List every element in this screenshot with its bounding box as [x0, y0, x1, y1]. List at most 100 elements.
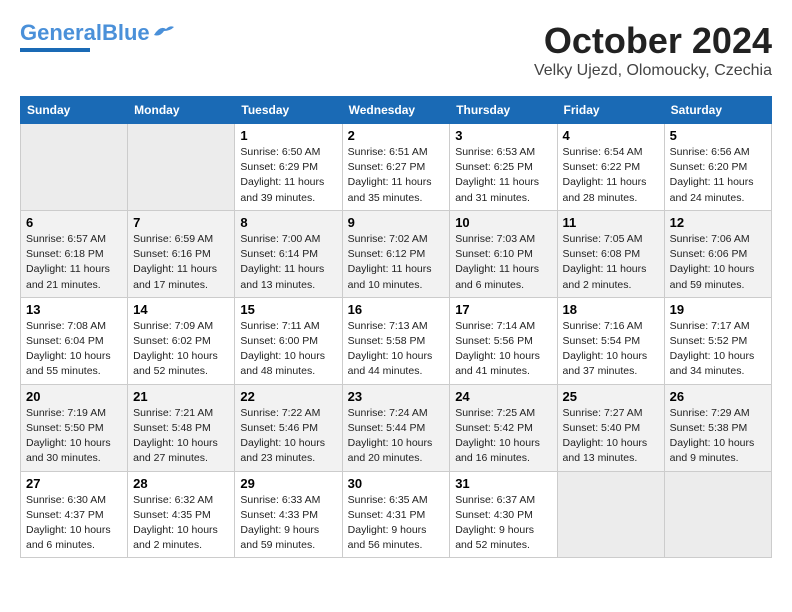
sunrise-label: Sunrise: 6:57 AM	[26, 233, 106, 245]
calendar-cell: 15 Sunrise: 7:11 AMSunset: 6:00 PMDayligh…	[235, 297, 342, 384]
sunrise-label: Sunrise: 7:21 AM	[133, 407, 213, 419]
sunrise-label: Sunrise: 6:54 AM	[563, 146, 643, 158]
daylight-label: Daylight: 9 hours and 52 minutes.	[455, 524, 534, 551]
sunrise-label: Sunrise: 7:27 AM	[563, 407, 643, 419]
day-info: Sunrise: 6:57 AM Sunset: 6:18 PM Daylight:…	[26, 232, 122, 293]
sunset-label: Sunset: 4:30 PM	[455, 509, 533, 521]
sunset-label: Sunset: 4:37 PM	[26, 509, 104, 521]
calendar-cell	[557, 471, 664, 558]
header-day-tuesday: Tuesday	[235, 97, 342, 124]
calendar-cell: 18Sunrise: 7:16 AMSunset: 5:54 PMDayligh…	[557, 297, 664, 384]
calendar-table: SundayMondayTuesdayWednesdayThursdayFrid…	[20, 96, 772, 558]
daylight-label: Daylight: 11 hours and 6 minutes.	[455, 263, 539, 290]
sunset-label: Sunset: 5:42 PM	[455, 422, 533, 434]
day-info: Sunrise: 6:35 AMSunset: 4:31 PMDaylight:…	[348, 493, 445, 554]
daylight-label: Daylight: 10 hours and 41 minutes.	[455, 350, 540, 377]
calendar-cell: 28Sunrise: 6:32 AMSunset: 4:35 PMDayligh…	[128, 471, 235, 558]
day-number: 17	[455, 302, 551, 317]
calendar-week-row: 13Sunrise: 7:08 AMSunset: 6:04 PMDayligh…	[21, 297, 772, 384]
day-number: 31	[455, 476, 551, 491]
daylight-label: Daylight: 11 hours and 24 minutes.	[670, 176, 754, 203]
day-info: Sunrise: 7:13 AMSunset: 5:58 PMDaylight:…	[348, 319, 445, 380]
sunset-label: Sunset: 6:14 PM	[240, 248, 318, 260]
sunset-label: Sunset: 6:00 PM	[240, 335, 318, 347]
daylight-label: Daylight: 11 hours and 28 minutes.	[563, 176, 647, 203]
calendar-cell: 26Sunrise: 7:29 AMSunset: 5:38 PMDayligh…	[664, 384, 771, 471]
day-info: Sunrise: 6:56 AMSunset: 6:20 PMDaylight:…	[670, 145, 766, 206]
calendar-cell: 11Sunrise: 7:05 AMSunset: 6:08 PMDayligh…	[557, 210, 664, 297]
day-info: Sunrise: 6:33 AMSunset: 4:33 PMDaylight:…	[240, 493, 336, 554]
day-number: 2	[348, 128, 445, 143]
sunset-label: Sunset: 6:18 PM	[26, 248, 104, 260]
daylight-label: Daylight: 11 hours and 39 minutes.	[240, 176, 324, 203]
header-day-wednesday: Wednesday	[342, 97, 450, 124]
day-number: 30	[348, 476, 445, 491]
daylight-label: Daylight: 10 hours and 27 minutes.	[133, 437, 218, 464]
day-number: 20	[26, 389, 122, 404]
day-number: 13	[26, 302, 122, 317]
sunrise-label: Sunrise: 7:06 AM	[670, 233, 750, 245]
daylight-label: Daylight: 10 hours and 23 minutes.	[240, 437, 325, 464]
day-info: Sunrise: 7:24 AM Sunset: 5:44 PM Daylight:…	[348, 406, 445, 467]
sunrise-label: Sunrise: 6:32 AM	[133, 494, 213, 506]
sunrise-label: Sunrise: 7:24 AM	[348, 407, 428, 419]
day-info: Sunrise: 7:02 AMSunset: 6:12 PMDaylight:…	[348, 232, 445, 293]
calendar-cell: 10Sunrise: 7:03 AMSunset: 6:10 PMDayligh…	[450, 210, 557, 297]
calendar-cell: 21Sunrise: 7:21 AMSunset: 5:48 PMDayligh…	[128, 384, 235, 471]
sunset-label: Sunset: 6:20 PM	[670, 161, 748, 173]
sunrise-label: Sunrise: 6:50 AM	[240, 146, 320, 158]
daylight-label: Daylight: 10 hours and 13 minutes.	[563, 437, 648, 464]
daylight-label: Daylight: 10 hours and 20 minutes.	[348, 437, 433, 464]
sunrise-label: Sunrise: 6:30 AM	[26, 494, 106, 506]
sunset-label: Sunset: 5:52 PM	[670, 335, 748, 347]
daylight-label: Daylight: 9 hours and 56 minutes.	[348, 524, 427, 551]
day-number: 22	[240, 389, 336, 404]
day-number: 10	[455, 215, 551, 230]
day-number: 1	[240, 128, 336, 143]
sunset-label: Sunset: 5:44 PM	[348, 422, 426, 434]
calendar-cell: 6Sunrise: 6:57 AMSunset: 6:18 PMDaylight…	[21, 210, 128, 297]
calendar-cell: 29Sunrise: 6:33 AMSunset: 4:33 PMDayligh…	[235, 471, 342, 558]
day-number: 28	[133, 476, 229, 491]
day-number: 4	[563, 128, 659, 143]
daylight-label: Daylight: 10 hours and 16 minutes.	[455, 437, 540, 464]
logo-bird-icon	[152, 23, 174, 39]
daylight-label: Daylight: 11 hours and 21 minutes.	[26, 263, 110, 290]
day-info: Sunrise: 7:22 AMSunset: 5:46 PMDaylight:…	[240, 406, 336, 467]
sunrise-label: Sunrise: 7:03 AM	[455, 233, 535, 245]
day-info: Sunrise: 7:11 AMSunset: 6:00 PMDaylight:…	[240, 319, 336, 380]
day-number: 26	[670, 389, 766, 404]
sunrise-label: Sunrise: 7:08 AM	[26, 320, 106, 332]
calendar-cell: 7Sunrise: 6:59 AMSunset: 6:16 PMDaylight…	[128, 210, 235, 297]
calendar-cell: 13Sunrise: 7:08 AMSunset: 6:04 PMDayligh…	[21, 297, 128, 384]
day-info: Sunrise: 7:27 AMSunset: 5:40 PMDaylight:…	[563, 406, 659, 467]
daylight-label: Daylight: 9 hours and 59 minutes.	[240, 524, 319, 551]
daylight-label: Daylight: 11 hours and 35 minutes.	[348, 176, 432, 203]
calendar-cell: 16Sunrise: 7:13 AMSunset: 5:58 PMDayligh…	[342, 297, 450, 384]
calendar-cell: 4 Sunrise: 6:54 AMSunset: 6:22 PMDaylight…	[557, 124, 664, 211]
calendar-cell	[664, 471, 771, 558]
sunrise-label: Sunrise: 6:33 AM	[240, 494, 320, 506]
day-info: Sunrise: 6:54 AMSunset: 6:22 PMDaylight:…	[563, 145, 659, 206]
day-info: Sunrise: 7:05 AMSunset: 6:08 PMDaylight:…	[563, 232, 659, 293]
daylight-label: Daylight: 10 hours and 59 minutes.	[670, 263, 755, 290]
day-number: 27	[26, 476, 122, 491]
calendar-week-row: 20Sunrise: 7:19 AMSunset: 5:50 PMDayligh…	[21, 384, 772, 471]
sunset-label: Sunset: 6:25 PM	[455, 161, 533, 173]
sunrise-label: Sunrise: 6:53 AM	[455, 146, 535, 158]
day-info: Sunrise: 6:51 AMSunset: 6:27 PMDaylight:…	[348, 145, 445, 206]
sunset-label: Sunset: 5:58 PM	[348, 335, 426, 347]
sunset-label: Sunset: 6:12 PM	[348, 248, 426, 260]
sunrise-label: Sunrise: 7:17 AM	[670, 320, 750, 332]
calendar-cell: 22 Sunrise: 7:22 AMSunset: 5:46 PMDayligh…	[235, 384, 342, 471]
month-title: October 2024	[534, 20, 772, 62]
header-day-saturday: Saturday	[664, 97, 771, 124]
title-block: October 2024 Velky Ujezd, Olomoucky, Cze…	[534, 20, 772, 80]
daylight-label: Daylight: 11 hours and 10 minutes.	[348, 263, 432, 290]
calendar-cell: 3Sunrise: 6:53 AMSunset: 6:25 PMDaylight…	[450, 124, 557, 211]
calendar-cell: 1Sunrise: 6:50 AMSunset: 6:29 PMDaylight…	[235, 124, 342, 211]
calendar-cell: 23Sunrise: 7:24 AMSunset: 5:44 PMDayligh…	[342, 384, 450, 471]
day-info: Sunrise: 7:14 AMSunset: 5:56 PMDaylight:…	[455, 319, 551, 380]
day-info: Sunrise: 7:17 AMSunset: 5:52 PMDaylight:…	[670, 319, 766, 380]
day-number: 15	[240, 302, 336, 317]
